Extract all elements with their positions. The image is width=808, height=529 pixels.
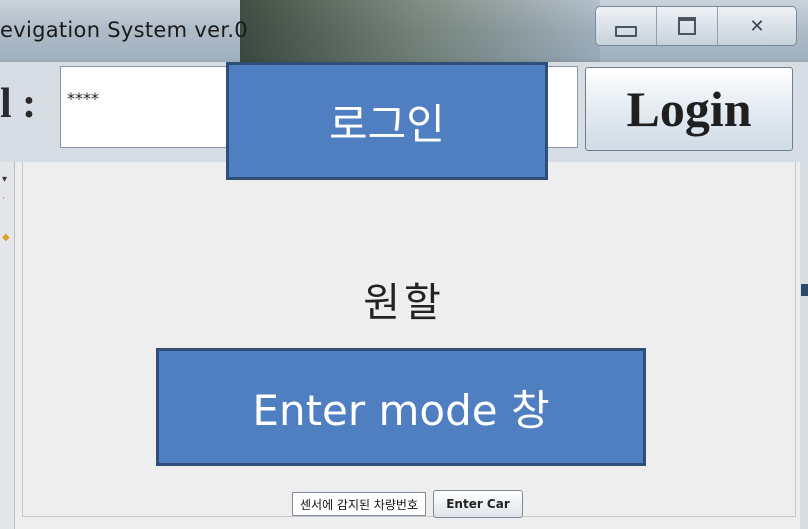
right-edge bbox=[800, 162, 808, 529]
window-controls: ✕ bbox=[595, 6, 797, 46]
enter-mode-annotation: Enter mode 창 bbox=[156, 348, 646, 466]
window-title: evigation System ver.0 bbox=[0, 18, 248, 42]
minimize-icon bbox=[615, 25, 637, 37]
dropdown-arrow-icon: ▾ bbox=[2, 174, 8, 185]
enter-car-button[interactable]: Enter Car bbox=[433, 490, 523, 518]
close-icon: ✕ bbox=[749, 15, 765, 37]
side-mark-icon: · bbox=[2, 194, 5, 204]
maximize-icon bbox=[678, 17, 696, 35]
close-button[interactable]: ✕ bbox=[718, 7, 796, 45]
left-side-strip: ▾ · ◆ bbox=[0, 162, 15, 529]
maximize-button[interactable] bbox=[657, 7, 718, 45]
side-diamond-icon: ◆ bbox=[2, 232, 10, 243]
title-bar-shade bbox=[240, 0, 600, 62]
login-annotation: 로그인 bbox=[226, 62, 548, 180]
sensor-plate-field[interactable]: 센서에 감지된 차량번호 bbox=[292, 492, 426, 516]
login-button[interactable]: Login bbox=[585, 67, 793, 151]
status-text: 원할 bbox=[363, 280, 445, 326]
password-label: l : bbox=[0, 81, 37, 127]
minimize-button[interactable] bbox=[596, 7, 657, 45]
